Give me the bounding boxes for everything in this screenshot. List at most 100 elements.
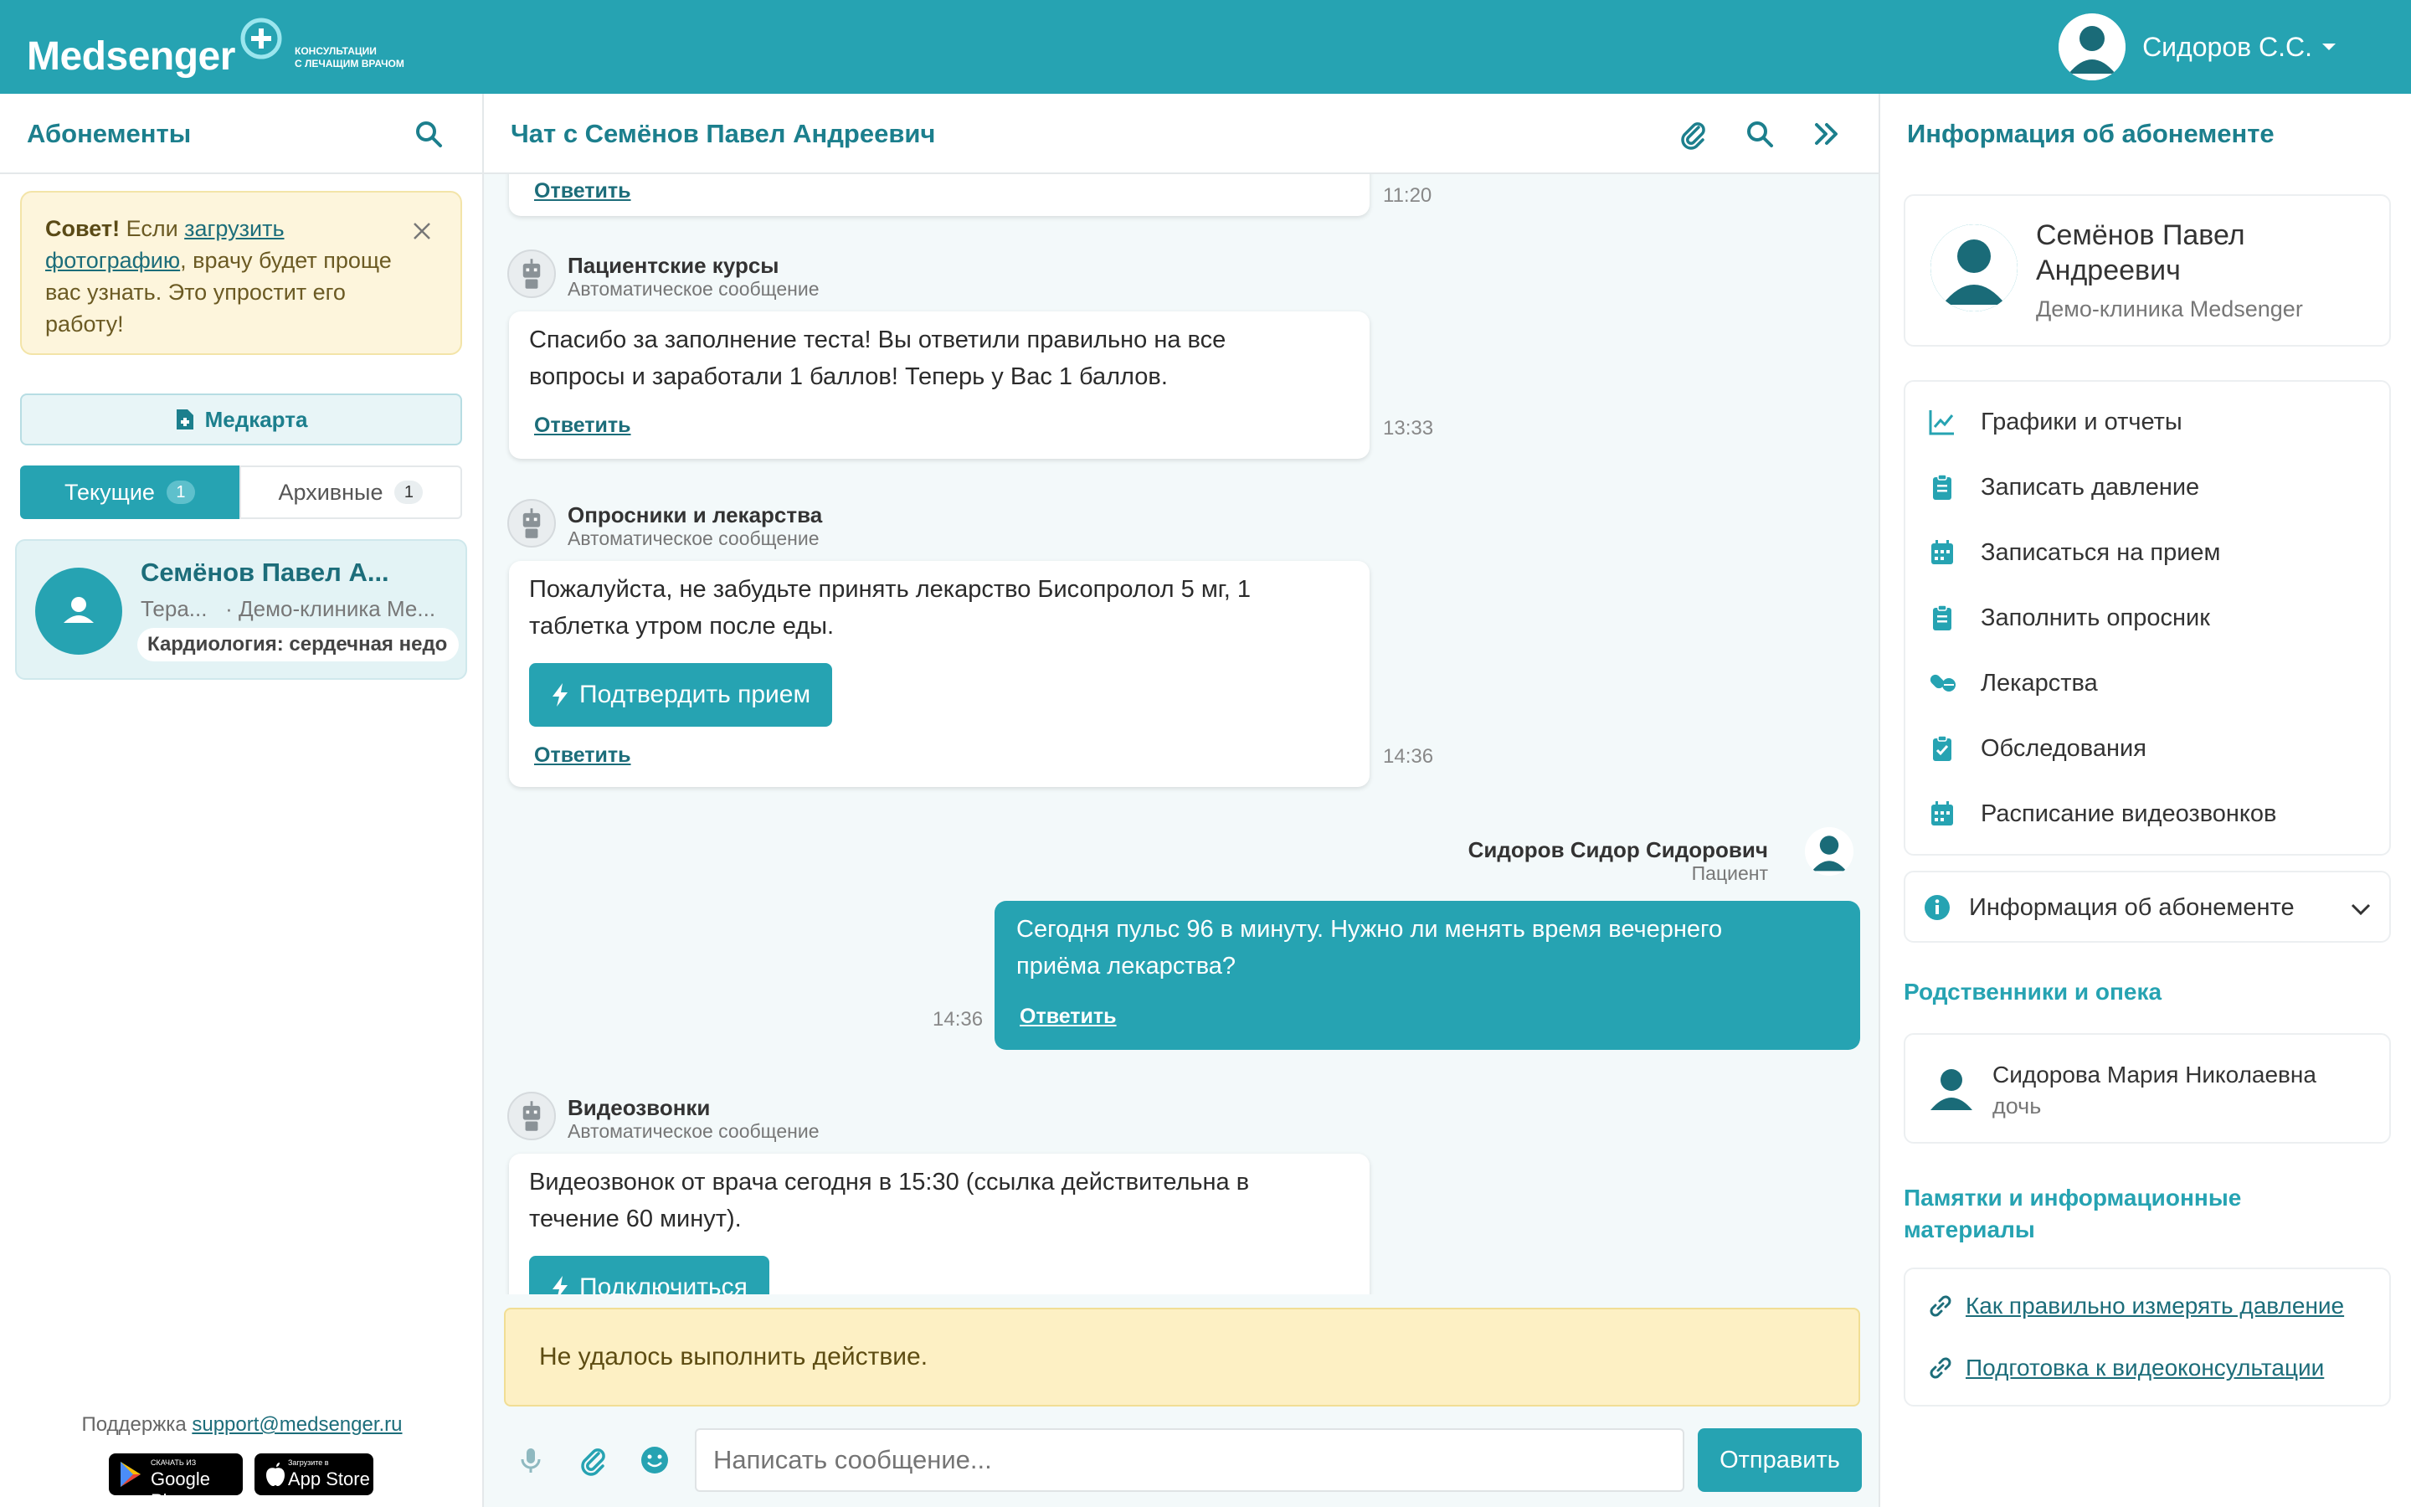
sender-name: Видеозвонки (568, 1095, 711, 1120)
error-alert: Не удалось выполнить действие. (504, 1308, 1860, 1407)
logo-plus-icon (240, 18, 282, 59)
tip-banner: Совет! Если загрузить фотографию, врачу … (20, 191, 462, 355)
robot-icon (507, 499, 556, 548)
info-title: Информация об абонементе (1907, 119, 2275, 148)
patient-profile-card: Семёнов Павел Андреевич Демо-клиника Meds… (1904, 194, 2391, 347)
medcard-label: Медкарта (204, 406, 308, 432)
paperclip-icon[interactable] (576, 1443, 609, 1477)
search-icon[interactable] (1743, 117, 1776, 151)
subscription-item[interactable]: Семёнов Павел А... Тера... · Демо-клиник… (15, 539, 467, 680)
accordion-header: Информация об абонементе (1922, 891, 2295, 924)
calendar-icon (1931, 801, 1953, 825)
send-button[interactable]: Отправить (1698, 1428, 1862, 1492)
app-store-small: Загрузите в (288, 1458, 329, 1467)
support-label: Поддержка (81, 1413, 187, 1436)
clipboard-check-icon (1933, 735, 1951, 761)
double-chevron-right-icon[interactable] (1810, 117, 1843, 151)
message-time: 14:36 (933, 1008, 984, 1031)
message-text: Сегодня пульс 96 в минуту. Нужно ли меня… (1016, 916, 1723, 980)
subscriptions-header: Абонементы (0, 94, 482, 174)
user-name: Сидоров С.С. (2142, 31, 2312, 62)
message-text: Видеозвонок от врача сегодня в 15:30 (сс… (529, 1169, 1250, 1232)
chat-panel: Чат с Семёнов Павел Андреевич Ответить 1… (484, 94, 1880, 1507)
confirm-intake-button[interactable]: Подтвердить прием (529, 663, 833, 727)
chevron-down-icon (2322, 44, 2336, 50)
close-icon[interactable] (412, 221, 432, 241)
menu-item-medications[interactable]: Лекарства (1927, 666, 2098, 700)
menu-item-label: Записаться на прием (1981, 538, 2221, 566)
subscription-info-accordion[interactable]: Информация об абонементе (1904, 871, 2391, 943)
actions-menu: Графики и отчеты Записать давление Запис… (1904, 380, 2391, 856)
calendar-icon (1931, 540, 1953, 564)
message-bubble: Ответить (509, 174, 1370, 216)
menu-item-label: Расписание видеозвонков (1981, 800, 2277, 827)
material-link-label: Как правильно измерять давление (1966, 1293, 2345, 1319)
bolt-icon (553, 683, 568, 707)
tab-current-label: Текущие (64, 479, 155, 505)
message-input[interactable] (695, 1428, 1684, 1492)
join-call-button[interactable]: Подключиться (529, 1256, 769, 1294)
reply-link[interactable]: Ответить (534, 179, 631, 203)
material-link-label: Подготовка к видеоконсультации (1966, 1355, 2325, 1381)
tab-current-count: 1 (166, 481, 195, 504)
tab-archive[interactable]: Архивные 1 (239, 465, 462, 519)
relative-role: дочь (1992, 1093, 2042, 1119)
material-link[interactable]: Подготовка к видеоконсультации (1925, 1353, 2324, 1383)
menu-item-label: Лекарства (1981, 669, 2098, 697)
patient-avatar (1930, 224, 2018, 311)
menu-item-video-schedule[interactable]: Расписание видеозвонков (1927, 797, 2276, 831)
menu-item-examinations[interactable]: Обследования (1927, 732, 2146, 765)
link-icon (1930, 1357, 1951, 1379)
message-list: Ответить 11:20 Пациентские курсы Автомат… (484, 174, 1880, 1294)
support-email-link[interactable]: support@medsenger.ru (192, 1413, 402, 1436)
material-link[interactable]: Как правильно измерять давление (1925, 1291, 2344, 1321)
person-icon (64, 597, 94, 623)
user-menu[interactable]: Сидоров С.С. (2059, 13, 2336, 80)
subscription-tag: Кардиология: сердечная недо (137, 628, 459, 661)
sender-name: Опросники и лекарства (568, 502, 823, 527)
info-icon (1925, 895, 1950, 920)
subscriptions-panel: Абонементы Совет! Если загрузить фотогра… (0, 94, 484, 1511)
tab-archive-count: 1 (394, 481, 424, 504)
store-badges: СКАЧАТЬ ИЗ Google Play Загрузите в App S… (109, 1453, 373, 1511)
logo-text: Medsenger (27, 34, 235, 79)
user-avatar (2059, 13, 2126, 80)
chat-title: Чат с Семёнов Павел Андреевич (511, 119, 936, 148)
support-line: Поддержка support@medsenger.ru (0, 1413, 484, 1437)
reply-link[interactable]: Ответить (534, 414, 631, 438)
medical-file-icon (176, 409, 193, 429)
microphone-icon[interactable] (514, 1443, 547, 1477)
message-composer: Отправить (484, 1420, 1880, 1507)
confirm-intake-label: Подтвердить прием (579, 681, 811, 708)
menu-item-pressure[interactable]: Записать давление (1927, 471, 2199, 504)
materials-title: Памятки и информационные материалы (1904, 1185, 2242, 1242)
menu-item-questionnaire[interactable]: Заполнить опросник (1927, 601, 2210, 635)
tab-current[interactable]: Текущие 1 (20, 465, 239, 519)
user-avatar-icon (2059, 13, 2126, 80)
emoji-icon[interactable] (638, 1443, 671, 1477)
relative-card[interactable]: Сидорова Мария Николаевна дочь (1904, 1033, 2391, 1144)
patient-avatar-icon (1930, 224, 2018, 311)
google-play-small: СКАЧАТЬ ИЗ (151, 1458, 197, 1467)
reply-link[interactable]: Ответить (1020, 1005, 1117, 1029)
join-call-label: Подключиться (579, 1273, 748, 1294)
tip-text-pre: Если (120, 216, 185, 241)
message-time: 14:36 (1383, 745, 1434, 768)
app-store-badge[interactable]: Загрузите в App Store (254, 1453, 373, 1495)
patient-clinic: Демо-клиника Medsenger (2036, 296, 2303, 321)
reply-link[interactable]: Ответить (534, 743, 631, 768)
subscription-meta: Тера... · Демо-клиника Ме... (141, 596, 436, 621)
top-bar: Medsenger КОНСУЛЬТАЦИИ С ЛЕЧАЩИМ ВРАЧОМ … (0, 0, 2411, 94)
paperclip-icon[interactable] (1676, 117, 1709, 151)
medcard-button[interactable]: Медкарта (20, 393, 462, 445)
google-play-badge[interactable]: СКАЧАТЬ ИЗ Google Play (109, 1453, 243, 1511)
menu-item-charts[interactable]: Графики и отчеты (1927, 405, 2182, 439)
subscription-tabs: Текущие 1 Архивные 1 (20, 465, 462, 519)
sender-subtitle: Автоматическое сообщение (568, 278, 820, 300)
link-icon (1930, 1295, 1951, 1317)
search-icon[interactable] (412, 117, 445, 151)
menu-item-appointment[interactable]: Записаться на прием (1927, 536, 2221, 569)
apple-icon (266, 1463, 285, 1486)
sender-name: Пациентские курсы (568, 253, 779, 278)
bolt-icon (553, 1276, 568, 1294)
